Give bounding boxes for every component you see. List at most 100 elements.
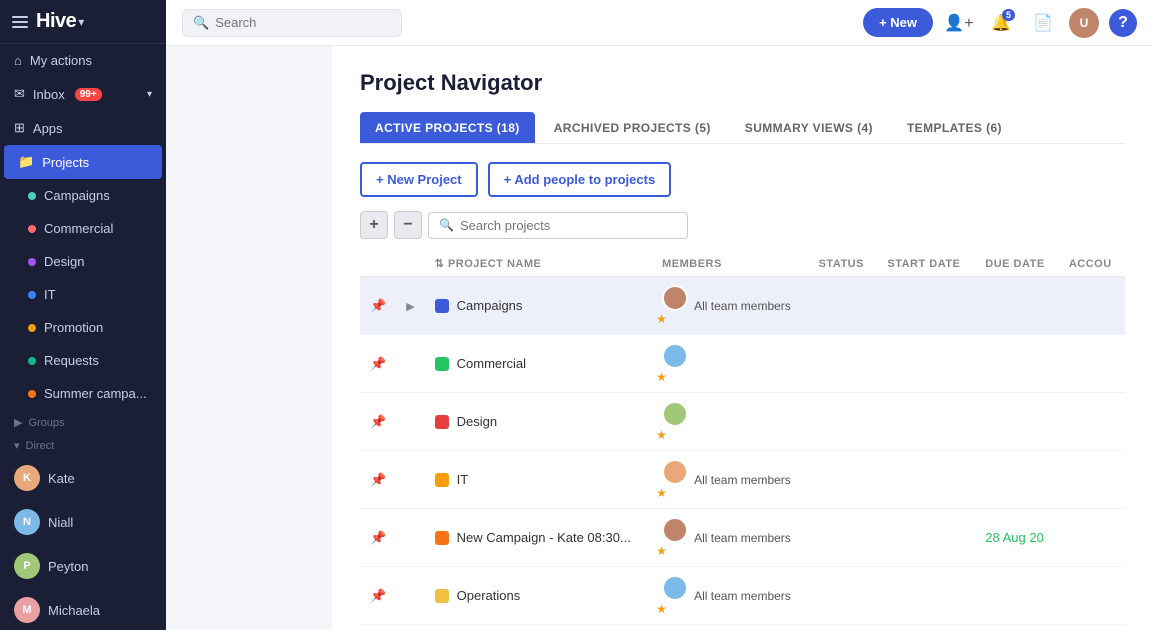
tab-templates[interactable]: TEMPLATES (6)	[892, 112, 1017, 143]
sidebar-item-label: Projects	[42, 155, 89, 170]
tab-active-projects[interactable]: ACTIVE PROJECTS (18)	[360, 112, 535, 143]
sidebar-item-apps[interactable]: ⊞ Apps	[0, 111, 166, 145]
sidebar-dm-kate[interactable]: K Kate	[0, 456, 166, 500]
col-project-name[interactable]: ⇅ PROJECT NAME	[425, 251, 652, 277]
pin-cell[interactable]: 📌	[360, 625, 396, 630]
table-row[interactable]: 📌 IT ★ All team members	[360, 451, 1125, 509]
sidebar-item-label: IT	[44, 287, 56, 302]
sidebar-direct-section[interactable]: ▾ Direct	[0, 433, 166, 456]
members-td: ★ All team members	[652, 509, 808, 567]
due-date-cell	[975, 277, 1059, 335]
notification-badge: 5	[1002, 9, 1015, 21]
pin-icon[interactable]: 📌	[370, 472, 386, 487]
project-name-cell[interactable]: Operations	[425, 567, 652, 625]
account-cell	[1059, 509, 1125, 567]
members-cell: ★ All team members	[662, 575, 798, 616]
new-project-button[interactable]: + New Project	[360, 162, 478, 197]
add-people-button[interactable]: + Add people to projects	[488, 162, 672, 197]
page-title: Project Navigator	[360, 70, 1125, 96]
pin-icon[interactable]: 📌	[370, 588, 386, 603]
project-search-input[interactable]	[460, 218, 677, 233]
expand-cell[interactable]	[396, 393, 424, 451]
topbar-search-input[interactable]	[215, 15, 391, 30]
sidebar-item-design[interactable]: Design	[0, 245, 166, 278]
new-button[interactable]: + New	[863, 8, 933, 37]
folder-icon: 📁	[18, 154, 34, 170]
table-row[interactable]: 📌 New Campaign - Kate 08:30... ★ All tea…	[360, 509, 1125, 567]
sidebar-item-requests[interactable]: Requests	[0, 344, 166, 377]
pin-cell[interactable]: 📌	[360, 567, 396, 625]
pin-cell[interactable]: 📌	[360, 451, 396, 509]
sidebar-item-promotion[interactable]: Promotion	[0, 311, 166, 344]
add-user-icon: 👤+	[944, 13, 973, 33]
pin-cell[interactable]: 📌	[360, 393, 396, 451]
project-name-cell[interactable]: New Campaign - Kate 08:30...	[425, 509, 652, 567]
sidebar-dm-peyton[interactable]: P Peyton	[0, 544, 166, 588]
document-button[interactable]: 📄	[1027, 7, 1059, 39]
sidebar-item-campaigns[interactable]: Campaigns	[0, 179, 166, 212]
project-name-cell[interactable]: Commercial	[425, 335, 652, 393]
table-row[interactable]: 📌 Design ★	[360, 393, 1125, 451]
sidebar-logo-caret[interactable]: ▾	[78, 15, 84, 29]
action-row: + New Project + Add people to projects	[360, 162, 1125, 197]
pin-cell[interactable]: 📌	[360, 277, 396, 335]
expand-cell[interactable]	[396, 451, 424, 509]
sidebar-item-label: Design	[44, 254, 84, 269]
expand-cell[interactable]	[396, 567, 424, 625]
project-name-cell[interactable]: Campaigns	[425, 277, 652, 335]
pin-cell[interactable]: 📌	[360, 509, 396, 567]
user-avatar[interactable]: U	[1069, 8, 1099, 38]
sidebar-item-inbox[interactable]: ✉ Inbox 99+ ▾	[0, 77, 166, 111]
sidebar-dm-niall[interactable]: N Niall	[0, 500, 166, 544]
add-user-button[interactable]: 👤+	[943, 7, 975, 39]
home-icon: ⌂	[14, 53, 22, 68]
project-name-cell[interactable]: IT	[425, 451, 652, 509]
project-color-square	[435, 589, 449, 603]
col-expand	[396, 251, 424, 277]
sidebar-item-summer[interactable]: Summer campa...	[0, 377, 166, 410]
sidebar-dm-label: Kate	[48, 471, 75, 486]
tab-archived-projects[interactable]: ARCHIVED PROJECTS (5)	[539, 112, 726, 143]
sidebar-item-projects[interactable]: 📁 Projects	[4, 145, 162, 179]
tab-summary-views[interactable]: SUMMARY VIEWS (4)	[730, 112, 888, 143]
expand-cell[interactable]	[396, 509, 424, 567]
project-name-cell[interactable]: Promotion	[425, 625, 652, 630]
table-row[interactable]: 📌 Commercial ★	[360, 335, 1125, 393]
table-row[interactable]: 📌 Operations ★ All team members	[360, 567, 1125, 625]
sidebar-item-it[interactable]: IT	[0, 278, 166, 311]
pin-icon[interactable]: 📌	[370, 530, 386, 545]
design-dot	[28, 258, 36, 266]
topbar-search-box[interactable]: 🔍	[182, 9, 402, 37]
pin-icon[interactable]: 📌	[370, 298, 386, 313]
chevron-down-icon[interactable]: ▾	[147, 89, 152, 100]
sidebar-item-commercial[interactable]: Commercial	[0, 212, 166, 245]
notifications-button[interactable]: 🔔 5	[985, 7, 1017, 39]
col-start-date: START DATE	[877, 251, 975, 277]
account-cell	[1059, 335, 1125, 393]
sidebar-item-my-actions[interactable]: ⌂ My actions	[0, 44, 166, 77]
pin-cell[interactable]: 📌	[360, 335, 396, 393]
expand-cell[interactable]	[396, 625, 424, 630]
account-cell	[1059, 451, 1125, 509]
pin-icon[interactable]: 📌	[370, 356, 386, 371]
sidebar-groups-section[interactable]: ▶ Groups	[0, 410, 166, 433]
member-avatar	[662, 343, 688, 369]
chevron-right-icon: ▶	[14, 416, 22, 429]
help-button[interactable]: ?	[1109, 9, 1137, 37]
project-color-square	[435, 473, 449, 487]
status-cell	[809, 625, 878, 630]
expand-cell[interactable]	[396, 335, 424, 393]
expand-cell[interactable]: ▶	[396, 277, 424, 335]
account-cell	[1059, 277, 1125, 335]
all-team-label: All team members	[694, 299, 791, 313]
collapse-all-button[interactable]: −	[394, 211, 422, 239]
table-row[interactable]: 📌 ▶ Campaigns ★ All team members	[360, 277, 1125, 335]
expand-all-button[interactable]: +	[360, 211, 388, 239]
main-content: Project Navigator ACTIVE PROJECTS (18) A…	[332, 46, 1153, 630]
project-name-cell[interactable]: Design	[425, 393, 652, 451]
pin-icon[interactable]: 📌	[370, 414, 386, 429]
sidebar-dm-michaela[interactable]: M Michaela	[0, 588, 166, 630]
table-row[interactable]: 📌 Promotion ★	[360, 625, 1125, 630]
project-search-box[interactable]: 🔍	[428, 212, 688, 239]
hamburger-icon[interactable]	[12, 16, 28, 28]
